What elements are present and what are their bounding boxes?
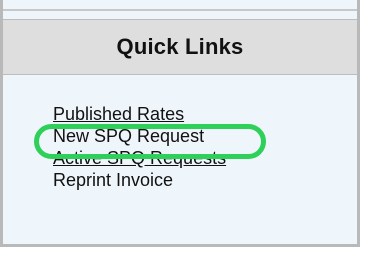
stage: Quick Links Published Rates New SPQ Requ… bbox=[0, 0, 366, 255]
active-spq-requests-link[interactable]: Active SPQ Requests bbox=[53, 148, 226, 168]
reprint-invoice-link[interactable]: Reprint Invoice bbox=[53, 170, 173, 190]
list-item: Active SPQ Requests bbox=[53, 147, 226, 169]
quick-links-list: Published Rates New SPQ Request Active S… bbox=[53, 103, 226, 191]
quick-links-header: Quick Links bbox=[3, 19, 357, 75]
quick-links-title: Quick Links bbox=[116, 34, 244, 59]
list-item: New SPQ Request bbox=[53, 125, 226, 147]
bottom-gap bbox=[0, 249, 366, 255]
panel-divider bbox=[3, 9, 357, 11]
list-item: Reprint Invoice bbox=[53, 169, 226, 191]
list-item: Published Rates bbox=[53, 103, 226, 125]
quick-links-panel: Quick Links Published Rates New SPQ Requ… bbox=[0, 0, 360, 247]
published-rates-link[interactable]: Published Rates bbox=[53, 104, 184, 124]
new-spq-request-link[interactable]: New SPQ Request bbox=[53, 126, 204, 146]
